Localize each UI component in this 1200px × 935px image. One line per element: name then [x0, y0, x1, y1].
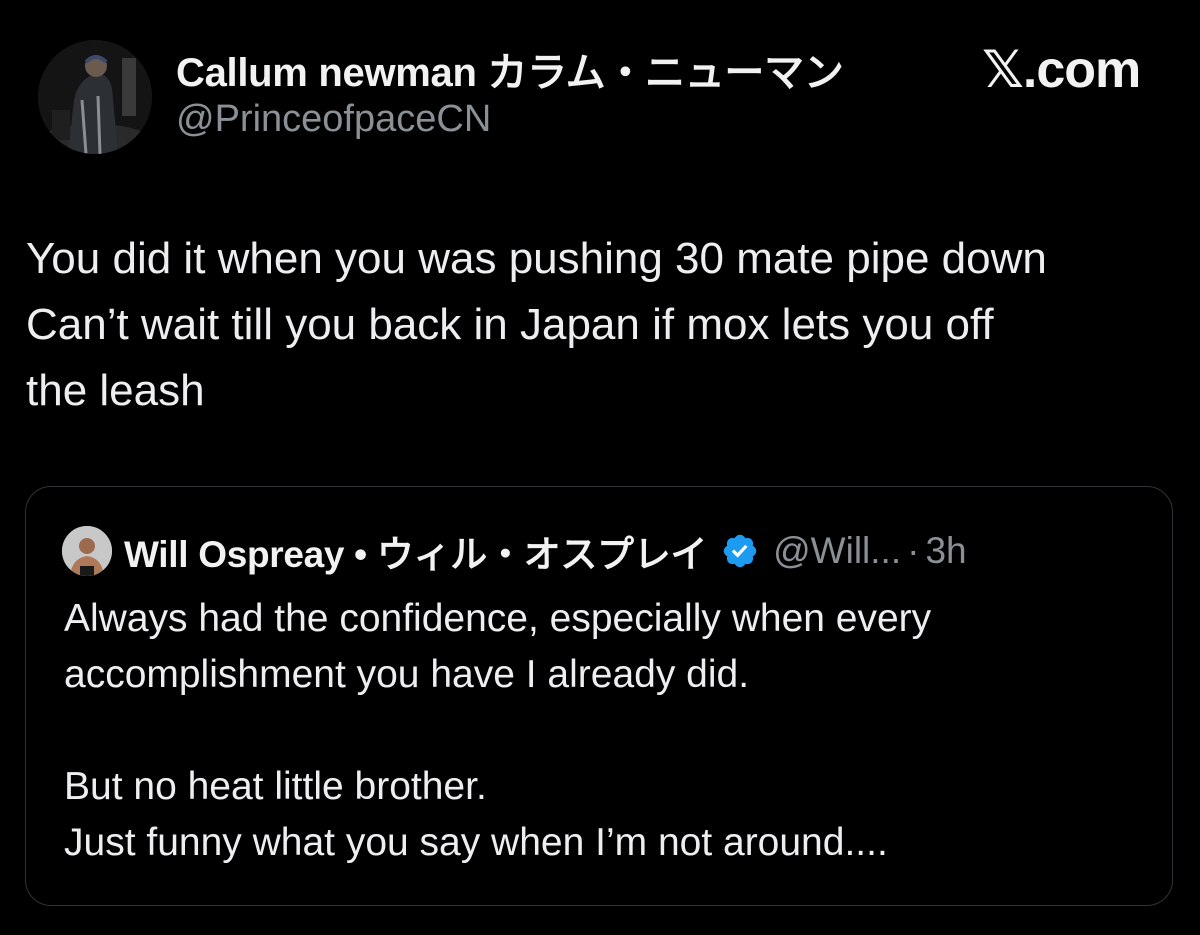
- tweet-header: Callum newman カラム・ニューマン @PrinceofpaceCN …: [0, 0, 1200, 180]
- quoted-author-name[interactable]: Will Ospreay • ウィル・オスプレイ: [124, 524, 707, 578]
- author-avatar-image: [38, 40, 152, 154]
- verified-badge-icon: [723, 534, 757, 568]
- tweet-text-line: Can’t wait till you back in Japan if mox…: [26, 300, 994, 349]
- quoted-text-line: accomplishment you have I already did.: [64, 653, 750, 696]
- quoted-tweet-header: Will Ospreay • ウィル・オスプレイ @Will... · 3h: [62, 523, 967, 579]
- site-watermark: 𝕏.com: [982, 40, 1141, 100]
- tweet-text: You did it when you was pushing 30 mate …: [26, 226, 1186, 424]
- quoted-text-line: [64, 703, 1144, 759]
- quoted-author-handle[interactable]: @Will...: [773, 530, 901, 572]
- x-logo-icon: 𝕏: [982, 40, 1024, 100]
- quoted-author-avatar[interactable]: [62, 526, 112, 576]
- meta-separator: ·: [907, 530, 920, 571]
- quoted-tweet-text: Always had the confidence, especially wh…: [64, 591, 1144, 871]
- author-avatar[interactable]: [38, 40, 152, 154]
- quoted-text-line: Just funny what you say when I’m not aro…: [64, 821, 888, 864]
- author-display-name[interactable]: Callum newman カラム・ニューマン: [176, 40, 844, 98]
- author-handle[interactable]: @PrinceofpaceCN: [176, 98, 491, 141]
- site-watermark-text: .com: [1022, 41, 1141, 99]
- quoted-text-line: Always had the confidence, especially wh…: [64, 597, 932, 640]
- tweet-text-line: the leash: [26, 366, 205, 415]
- quoted-text-line: But no heat little brother.: [64, 765, 487, 808]
- quoted-tweet-card[interactable]: Will Ospreay • ウィル・オスプレイ @Will... · 3h A…: [25, 486, 1173, 906]
- tweet-text-line: You did it when you was pushing 30 mate …: [26, 234, 1047, 283]
- quoted-tweet-timestamp[interactable]: 3h: [925, 530, 966, 572]
- quoted-author-avatar-image: [62, 526, 112, 576]
